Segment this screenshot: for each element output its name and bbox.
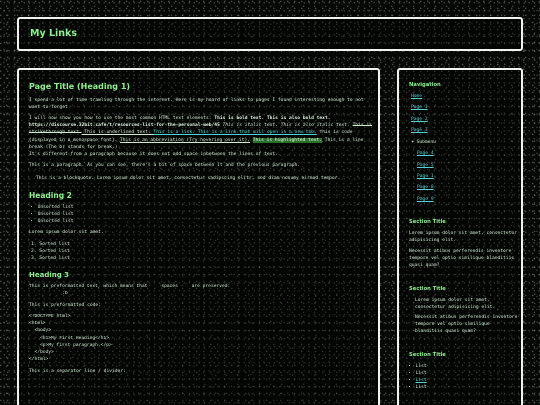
site-title: My Links — [30, 28, 77, 39]
lorem-line: Lorem ipsum dolor sit amet. — [29, 230, 104, 236]
nav-link[interactable]: Page 1 — [411, 105, 428, 110]
nav-item-page-3[interactable]: Page 3 — [409, 128, 519, 134]
list-item: List — [409, 385, 519, 392]
preformatted-code-label: This is preformatted code: — [29, 303, 101, 309]
nav-item-page-2[interactable]: Page 2 — [409, 117, 519, 123]
nav-link[interactable]: Page 5 — [417, 163, 434, 168]
nav-subitem-page-4[interactable]: Page 4 — [409, 151, 519, 157]
nav-item-home[interactable]: Home — [409, 94, 519, 100]
list-item: Unsorted list — [31, 211, 374, 218]
elements-lead: I will now show you how to use the most … — [29, 116, 215, 122]
sidebar-section-title: Section Title — [409, 285, 446, 292]
sidebar-list-link[interactable]: List — [416, 378, 427, 383]
paragraph-example: This is a paragraph. As you can see, the… — [29, 162, 301, 168]
heading-3: Heading 3 — [29, 270, 70, 279]
nav-submenu-toggle[interactable]: ▾ Submenu — [409, 140, 519, 146]
highlighted-text: This is highlighted text. — [252, 137, 322, 143]
site-header: My Links — [17, 17, 523, 51]
example-link[interactable]: This is a link. — [153, 130, 195, 135]
code-block: <!DOCTYPE html> <html> <body> <h1>My Fir… — [29, 314, 112, 362]
nav-link[interactable]: Page 1 — [417, 174, 434, 179]
unsorted-list: Unsorted list Unsorted list Unsorted lis… — [31, 204, 374, 225]
sidebar-section-text: Necessit atibus perferendis inventore te… — [415, 315, 518, 335]
list-item: Sorted list — [31, 255, 374, 262]
nav-link[interactable]: Page 2 — [411, 117, 428, 122]
list-item: Unsorted list — [31, 204, 374, 211]
sidebar-list: List List List List — [409, 364, 519, 392]
nav-link[interactable]: Page 9 — [417, 197, 434, 202]
navigation-heading: Navigation — [409, 82, 441, 88]
nav-link[interactable]: Home — [411, 94, 422, 99]
navigation-menu: Home Page 1 Page 2 Page 3 ▾ Submenu Page… — [409, 94, 519, 203]
list-item: List — [409, 371, 519, 378]
submenu-label[interactable]: ▾ Submenu — [411, 140, 436, 145]
nav-subitem-page-8[interactable]: Page 8 — [409, 185, 519, 191]
list-item: Unsorted list — [31, 218, 374, 225]
sidebar-section-title: Section Title — [409, 352, 446, 359]
preformatted-text: This is preformatted text, which means t… — [29, 283, 231, 296]
main-content-panel[interactable]: Page Title (Heading 1) I spend a lot of … — [17, 68, 380, 405]
intro-paragraph: I spend a lot of time trawling through t… — [29, 98, 364, 111]
nav-subitem-page-5[interactable]: Page 5 — [409, 163, 519, 169]
sidebar-section-text: Lorem ipsum dolor sit amet, consectetur … — [415, 297, 496, 310]
sorted-list: Sorted list Sorted list Sorted list — [31, 241, 374, 262]
bold-link-url: https://discourse.32bit.cafe/t/resources… — [29, 123, 220, 129]
bold-text: This is bold text. This is also bold tex… — [214, 116, 331, 122]
list-item[interactable]: List — [409, 378, 519, 385]
heading-2: Heading 2 — [29, 191, 72, 201]
sidebar-section-text: Lorem ipsum dolor sit amet, consectetur … — [409, 231, 517, 244]
italic-text: This is italic text. This is also italic… — [219, 123, 353, 129]
example-newtab-link[interactable]: This is a link that will open in a new t… — [195, 130, 317, 135]
sidebar-section-title: Section Title — [409, 219, 446, 226]
separator-label: This is a separator line / divider: — [29, 368, 126, 374]
nav-subitem-page-9[interactable]: Page 9 — [409, 197, 519, 203]
elements-paragraph: I will now show you how to use the most … — [29, 115, 374, 158]
nav-link[interactable]: Page 8 — [417, 185, 434, 190]
nav-link[interactable]: Page 3 — [411, 128, 428, 133]
sidebar-panel: Navigation Home Page 1 Page 2 Page 3 ▾ S… — [397, 68, 523, 405]
nav-subitem-page-1[interactable]: Page 1 — [409, 174, 519, 180]
page-title: Page Title (Heading 1) — [29, 82, 131, 91]
list-item: List — [409, 364, 519, 371]
nav-link[interactable]: Page 4 — [417, 151, 434, 156]
abbreviation-text[interactable]: This is an abbreviation (Try hovering ov… — [120, 138, 250, 143]
nav-item-page-1[interactable]: Page 1 — [409, 105, 519, 111]
list-item: Sorted list — [31, 241, 374, 248]
list-item: Sorted list — [31, 248, 374, 255]
sidebar-section-text: Necessit atibus perferendis inventore te… — [409, 249, 515, 268]
blockquote-example: This is a blockquote. Lorem ipsum dolor … — [36, 175, 341, 181]
underlined-text: This is underlined text. — [81, 130, 154, 136]
after-break-text: It's different from a paragraph because … — [29, 151, 278, 157]
